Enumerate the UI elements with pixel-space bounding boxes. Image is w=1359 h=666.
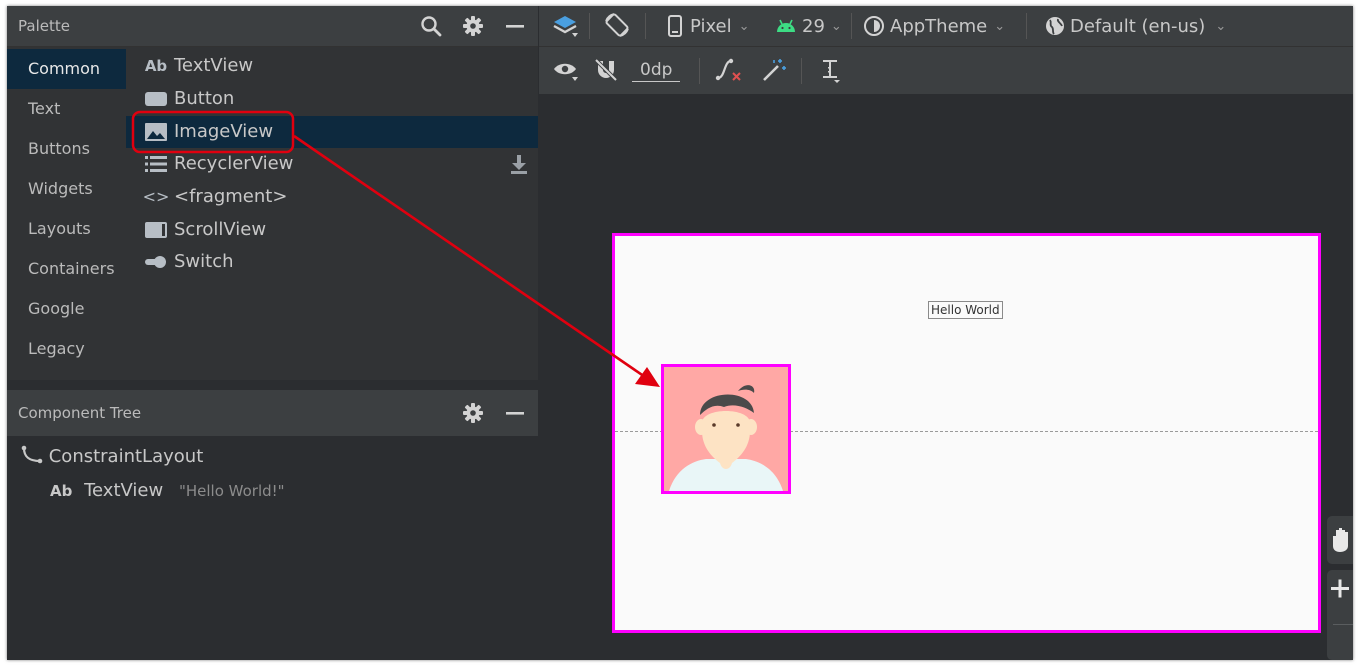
search-icon[interactable] bbox=[419, 14, 443, 38]
chevron-down-icon: ⌄ bbox=[738, 18, 750, 34]
component-tree-title: Component Tree bbox=[18, 404, 142, 422]
tree-node-textview[interactable]: Ab TextView "Hello World!" bbox=[50, 480, 285, 501]
palette-item-recyclerview[interactable]: RecyclerView bbox=[126, 148, 538, 180]
chevron-down-icon: ⌄ bbox=[830, 18, 842, 34]
toolbar-separator bbox=[1026, 13, 1027, 39]
category-containers[interactable]: Containers bbox=[7, 249, 126, 289]
phone-icon bbox=[668, 15, 682, 37]
tree-node-text-value: "Hello World!" bbox=[178, 482, 285, 500]
category-legacy[interactable]: Legacy bbox=[7, 329, 126, 369]
palette-item-fragment[interactable]: <> <fragment> bbox=[126, 181, 538, 213]
minimize-icon[interactable] bbox=[503, 14, 527, 38]
infer-constraints-icon[interactable] bbox=[761, 58, 787, 82]
code-brackets-icon: <> bbox=[142, 187, 170, 206]
palette-item-label: <fragment> bbox=[174, 186, 288, 207]
magnet-off-icon[interactable] bbox=[594, 58, 618, 82]
category-google[interactable]: Google bbox=[7, 289, 126, 329]
globe-icon bbox=[1046, 17, 1064, 35]
android-studio-layout-editor: Palette Common Text Buttons Widgets Layo… bbox=[7, 6, 1353, 660]
device-preview[interactable]: Hello World bbox=[612, 233, 1321, 633]
chevron-down-icon: ⌄ bbox=[994, 18, 1006, 34]
theme-selector[interactable]: AppTheme ⌄ bbox=[863, 14, 1005, 38]
ab-text-icon: Ab bbox=[50, 482, 73, 500]
panel-divider[interactable] bbox=[7, 380, 538, 390]
ab-text-icon: Ab bbox=[144, 57, 168, 75]
palette-item-label: TextView bbox=[174, 55, 254, 76]
canvas-side-tools bbox=[1327, 516, 1353, 660]
theme-icon bbox=[864, 16, 884, 36]
palette-item-label: ImageView bbox=[174, 121, 274, 142]
zoom-divider bbox=[1333, 624, 1353, 625]
tree-node-label: ConstraintLayout bbox=[48, 446, 204, 467]
toolbar-separator bbox=[589, 13, 590, 39]
default-margin-selector[interactable]: 0dp bbox=[632, 58, 681, 82]
design-toolbar-constraints: 0dp bbox=[539, 47, 1353, 94]
switch-icon bbox=[145, 252, 167, 272]
palette-item-label: RecyclerView bbox=[174, 153, 294, 174]
palette-item-textview[interactable]: Ab TextView bbox=[126, 50, 538, 82]
locale-name: Default (en-us) bbox=[1070, 15, 1206, 37]
zoom-controls bbox=[1327, 570, 1353, 660]
design-toolbar-top: Pixel ⌄ 29 ⌄ AppTheme ⌄ Default (en-us) … bbox=[539, 6, 1353, 47]
palette-item-scrollview[interactable]: ScrollView bbox=[126, 214, 538, 246]
button-icon bbox=[145, 89, 167, 109]
imageview-widget[interactable] bbox=[661, 364, 791, 494]
palette-item-label: Button bbox=[174, 88, 235, 109]
palette-item-imageview[interactable]: ImageView bbox=[126, 116, 538, 148]
minimize-icon[interactable] bbox=[503, 401, 527, 425]
layers-icon[interactable] bbox=[551, 13, 581, 37]
chevron-down-icon: ⌄ bbox=[1215, 18, 1227, 34]
category-layouts[interactable]: Layouts bbox=[7, 209, 126, 249]
avatar-illustration bbox=[664, 367, 788, 491]
rotate-icon[interactable] bbox=[603, 13, 631, 37]
palette-header: Palette bbox=[7, 6, 538, 47]
category-widgets[interactable]: Widgets bbox=[7, 169, 126, 209]
toolbar-separator bbox=[645, 13, 646, 39]
device-selector[interactable]: Pixel ⌄ bbox=[667, 14, 750, 38]
palette-item-switch[interactable]: Switch bbox=[126, 246, 538, 278]
palette-item-label: Switch bbox=[174, 251, 234, 272]
component-tree: ConstraintLayout Ab TextView "Hello Worl… bbox=[7, 436, 538, 660]
component-tree-header: Component Tree bbox=[7, 390, 538, 436]
constraint-layout-icon bbox=[21, 445, 43, 465]
api-level: 29 bbox=[802, 15, 825, 37]
palette-title: Palette bbox=[18, 17, 70, 35]
api-level-selector[interactable]: 29 ⌄ bbox=[775, 14, 842, 38]
guidelines-icon[interactable] bbox=[819, 58, 843, 83]
category-buttons[interactable]: Buttons bbox=[7, 129, 126, 169]
category-common[interactable]: Common bbox=[7, 49, 126, 89]
palette-item-label: ScrollView bbox=[174, 219, 267, 240]
scrollview-icon bbox=[145, 220, 167, 240]
eye-icon[interactable] bbox=[553, 59, 579, 83]
tree-node-label: TextView bbox=[84, 480, 164, 501]
hand-pan-icon[interactable] bbox=[1327, 516, 1353, 564]
gear-icon[interactable] bbox=[461, 401, 485, 425]
android-icon bbox=[777, 19, 795, 32]
palette-item-list: Ab TextView Button ImageView RecyclerVie… bbox=[126, 47, 538, 380]
toolbar-separator bbox=[801, 58, 802, 84]
download-icon[interactable] bbox=[509, 154, 529, 174]
image-icon bbox=[145, 122, 167, 142]
tree-node-constraintlayout[interactable]: ConstraintLayout bbox=[21, 445, 203, 467]
clear-constraints-icon[interactable] bbox=[715, 58, 743, 82]
gear-icon[interactable] bbox=[461, 14, 485, 38]
toolbar-separator bbox=[851, 13, 852, 39]
palette-category-list: Common Text Buttons Widgets Layouts Cont… bbox=[7, 47, 126, 380]
category-text[interactable]: Text bbox=[7, 89, 126, 129]
hello-world-textview[interactable]: Hello World bbox=[928, 301, 1003, 319]
device-name: Pixel bbox=[690, 15, 732, 37]
zoom-in-icon[interactable] bbox=[1327, 570, 1353, 610]
palette-item-button[interactable]: Button bbox=[126, 83, 538, 115]
theme-name: AppTheme bbox=[890, 15, 988, 37]
toolbar-separator bbox=[699, 58, 700, 84]
list-icon bbox=[145, 154, 167, 174]
locale-selector[interactable]: Default (en-us) ⌄ bbox=[1044, 14, 1226, 38]
default-margin-value: 0dp bbox=[632, 59, 681, 82]
